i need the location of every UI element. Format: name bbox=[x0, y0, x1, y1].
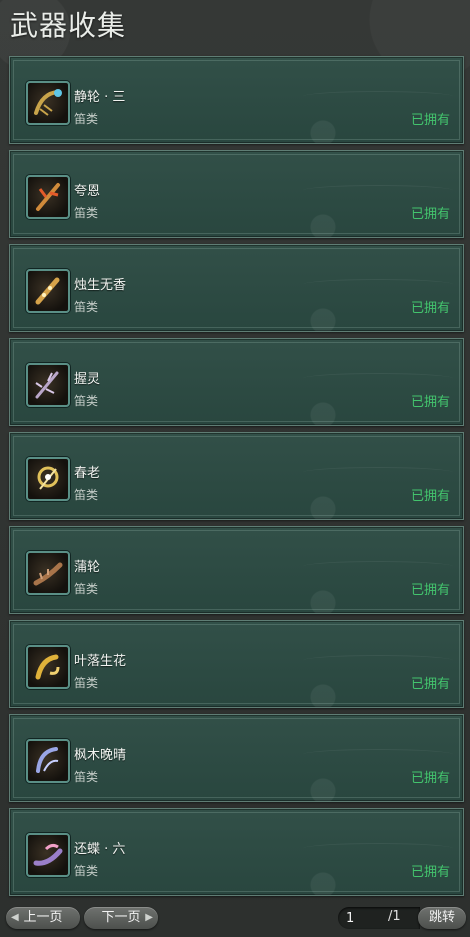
cloud-line-ornament bbox=[303, 91, 453, 102]
cloud-ornament bbox=[293, 677, 353, 707]
flute-weapon-icon-9[interactable] bbox=[26, 833, 70, 877]
cloud-ornament bbox=[293, 207, 353, 237]
weapon-glyph bbox=[36, 183, 60, 211]
weapon-glyph-shape bbox=[35, 372, 55, 394]
cloud-line-ornament bbox=[303, 843, 453, 854]
weapon-card[interactable]: 叶落生花 笛类 已拥有 bbox=[9, 620, 464, 708]
weapon-name: 握灵 bbox=[74, 372, 101, 387]
weapon-type: 笛类 bbox=[74, 582, 99, 596]
owned-status: 已拥有 bbox=[410, 395, 450, 410]
cloud-ornament bbox=[293, 771, 353, 801]
jump-button[interactable]: 跳转 bbox=[418, 907, 466, 929]
weapon-glyph bbox=[34, 89, 62, 116]
flute-weapon-icon-4[interactable] bbox=[26, 363, 70, 407]
weapon-name: 烛生无香 bbox=[74, 278, 127, 293]
weapon-glyph bbox=[33, 843, 63, 866]
flute-weapon-icon-2[interactable] bbox=[26, 175, 70, 219]
cloud-ornament bbox=[293, 113, 353, 143]
pagination-bar: ◀ 上一页 下一页 ▶ /1 跳转 bbox=[0, 900, 470, 937]
cloud-line-ornament bbox=[303, 467, 453, 478]
weapon-list: 静轮 · 三 笛类 已拥有 夸恩 笛类 已拥有 烛生无香 笛类 已拥有 握灵 笛… bbox=[9, 56, 464, 902]
weapon-glyph-shape bbox=[54, 89, 62, 97]
cloud-ornament bbox=[293, 301, 353, 331]
weapon-type: 笛类 bbox=[74, 112, 99, 126]
weapon-glyph bbox=[33, 562, 63, 586]
weapon-glyph bbox=[35, 371, 59, 399]
weapon-name: 枫木晚晴 bbox=[74, 748, 127, 763]
weapon-name: 蒲轮 bbox=[74, 560, 101, 575]
cloud-line-ornament bbox=[303, 279, 453, 290]
owned-status: 已拥有 bbox=[410, 489, 450, 504]
owned-status: 已拥有 bbox=[410, 301, 450, 316]
owned-status: 已拥有 bbox=[410, 771, 450, 786]
weapon-glyph bbox=[35, 654, 60, 680]
owned-status: 已拥有 bbox=[410, 583, 450, 598]
chevron-right-icon: ▶ bbox=[145, 912, 153, 923]
weapon-glyph-shape bbox=[42, 293, 46, 297]
weapon-card[interactable]: 夸恩 笛类 已拥有 bbox=[9, 150, 464, 238]
weapon-glyph-shape bbox=[33, 848, 63, 866]
weapon-card[interactable]: 春老 笛类 已拥有 bbox=[9, 432, 464, 520]
owned-status: 已拥有 bbox=[410, 207, 450, 222]
flute-weapon-icon-6[interactable] bbox=[26, 551, 70, 595]
weapon-glyph-shape bbox=[45, 474, 51, 480]
owned-status: 已拥有 bbox=[410, 865, 450, 880]
weapon-card[interactable]: 烛生无香 笛类 已拥有 bbox=[9, 244, 464, 332]
flute-weapon-icon-5[interactable] bbox=[26, 457, 70, 501]
weapon-type: 笛类 bbox=[74, 206, 99, 220]
weapon-type: 笛类 bbox=[74, 676, 99, 690]
weapon-type: 笛类 bbox=[74, 394, 99, 408]
cloud-line-ornament bbox=[303, 185, 453, 196]
cloud-line-ornament bbox=[303, 749, 453, 760]
weapon-type: 笛类 bbox=[74, 300, 99, 314]
prev-page-label: 上一页 bbox=[23, 910, 63, 925]
weapon-name: 还蝶 · 六 bbox=[74, 842, 126, 857]
cloud-ornament bbox=[293, 583, 353, 613]
weapon-glyph bbox=[37, 466, 59, 490]
flute-weapon-icon-8[interactable] bbox=[26, 739, 70, 783]
weapon-glyph bbox=[36, 747, 59, 773]
cloud-line-ornament bbox=[303, 561, 453, 572]
owned-status: 已拥有 bbox=[410, 677, 450, 692]
cloud-line-ornament bbox=[303, 373, 453, 384]
page-title: 武器收集 bbox=[10, 9, 127, 42]
next-page-label: 下一页 bbox=[101, 910, 141, 925]
page-number-input[interactable] bbox=[346, 910, 380, 926]
weapon-type: 笛类 bbox=[74, 770, 99, 784]
flute-weapon-icon-7[interactable] bbox=[26, 645, 70, 689]
cloud-ornament bbox=[293, 865, 353, 895]
cloud-line-ornament bbox=[303, 655, 453, 666]
cloud-ornament bbox=[293, 489, 353, 519]
flute-weapon-icon-3[interactable] bbox=[26, 269, 70, 313]
weapon-type: 笛类 bbox=[74, 488, 99, 502]
page-total: /1 bbox=[388, 909, 401, 924]
weapon-name: 春老 bbox=[74, 466, 101, 481]
weapon-glyph-shape bbox=[43, 759, 59, 772]
weapon-glyph-shape bbox=[48, 286, 52, 290]
prev-page-button[interactable]: ◀ 上一页 bbox=[6, 907, 80, 929]
page-number-box: /1 bbox=[338, 907, 420, 929]
next-page-button[interactable]: 下一页 ▶ bbox=[84, 907, 158, 929]
weapon-glyph bbox=[35, 277, 60, 305]
weapon-card[interactable]: 握灵 笛类 已拥有 bbox=[9, 338, 464, 426]
weapon-card[interactable]: 静轮 · 三 笛类 已拥有 bbox=[9, 56, 464, 144]
weapon-type: 笛类 bbox=[74, 864, 99, 878]
weapon-glyph-shape bbox=[35, 277, 60, 305]
weapon-card[interactable]: 蒲轮 笛类 已拥有 bbox=[9, 526, 464, 614]
weapon-name: 夸恩 bbox=[74, 184, 101, 199]
weapon-card[interactable]: 枫木晚晴 笛类 已拥有 bbox=[9, 714, 464, 802]
flute-weapon-icon-1[interactable] bbox=[26, 81, 70, 125]
weapon-glyph-shape bbox=[44, 843, 59, 851]
weapon-glyph-shape bbox=[39, 104, 53, 116]
weapon-card[interactable]: 还蝶 · 六 笛类 已拥有 bbox=[9, 808, 464, 896]
weapon-name: 静轮 · 三 bbox=[74, 90, 126, 105]
cloud-ornament bbox=[293, 395, 353, 425]
weapon-name: 叶落生花 bbox=[74, 654, 127, 669]
chevron-left-icon: ◀ bbox=[11, 912, 19, 923]
owned-status: 已拥有 bbox=[410, 113, 450, 128]
weapon-glyph-shape bbox=[49, 666, 60, 675]
